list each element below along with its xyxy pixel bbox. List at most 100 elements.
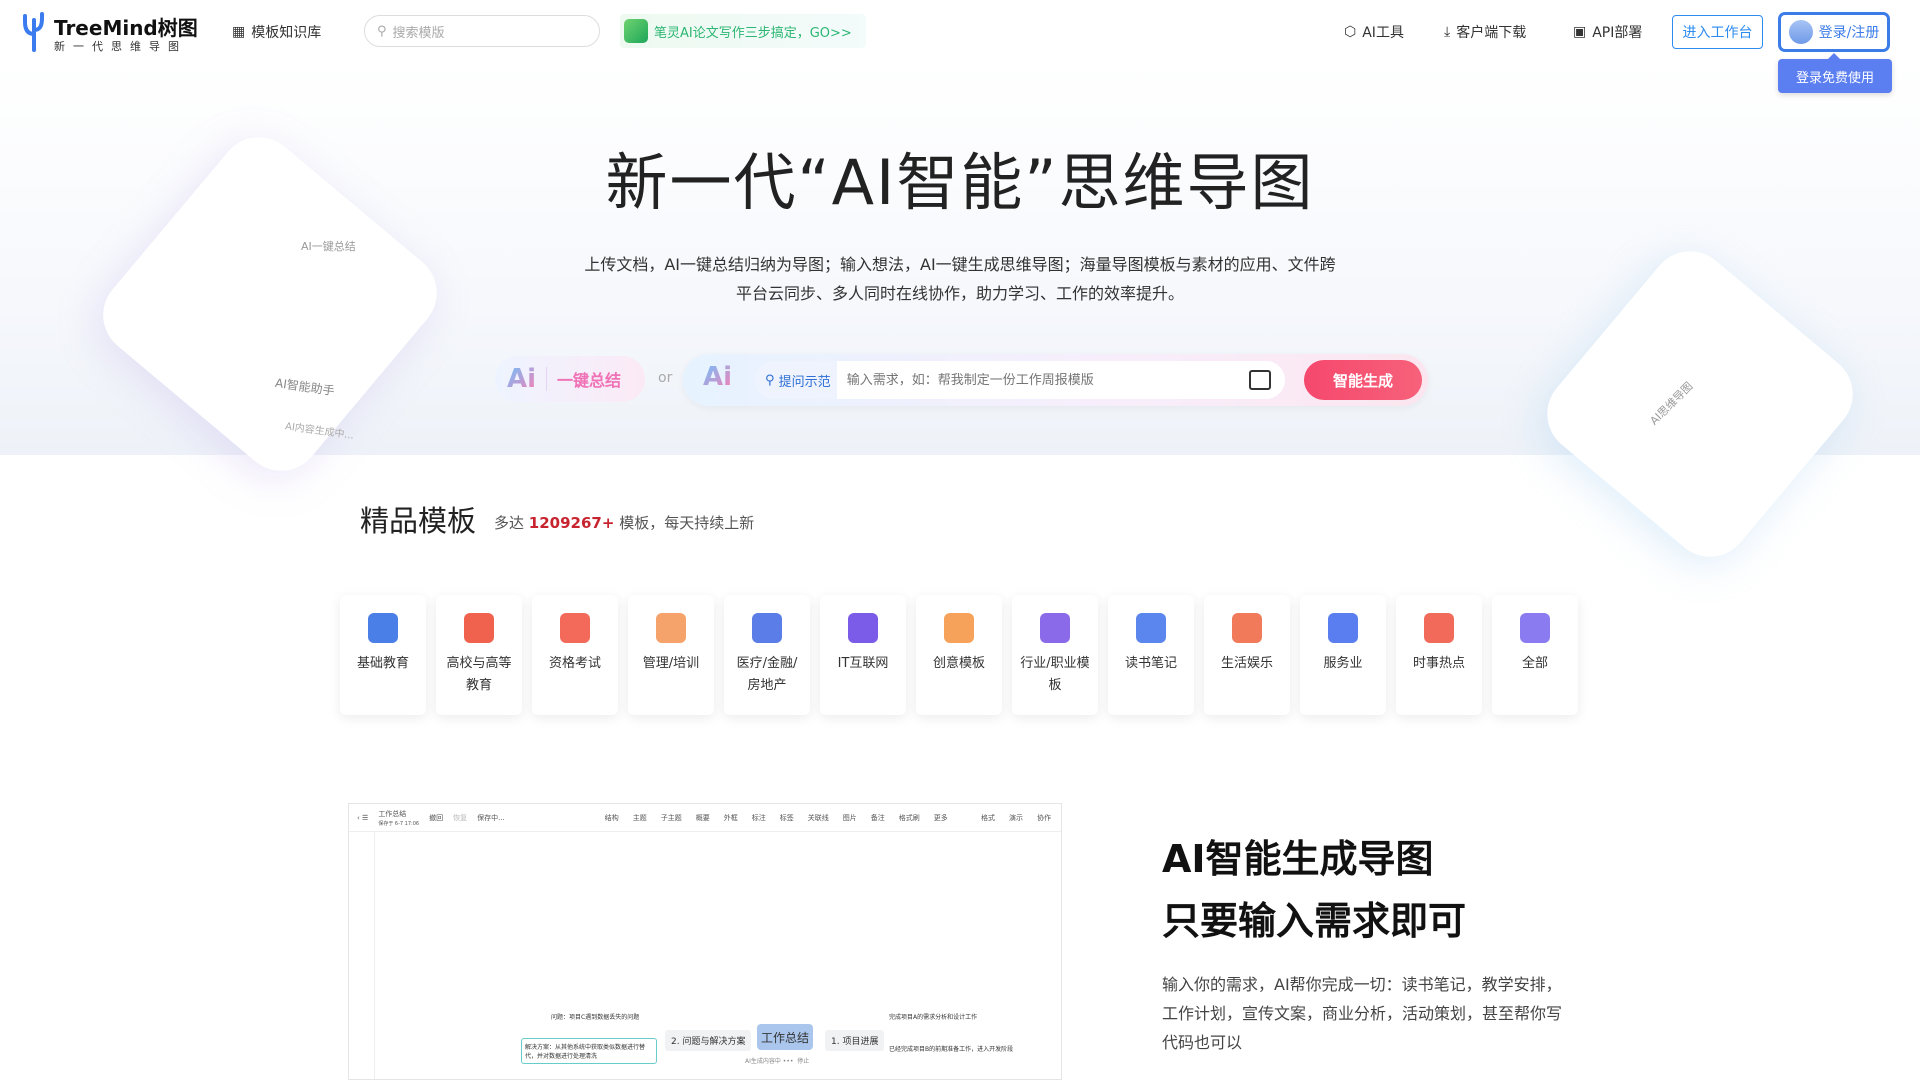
bulb-icon: ⚲ xyxy=(765,372,775,388)
mindmap-branch[interactable]: 2. 问题与解决方案 xyxy=(665,1030,752,1051)
category-label: 管理/培训 xyxy=(642,656,700,671)
toolbar-button[interactable]: 子主题 xyxy=(661,813,682,823)
toolbar-button[interactable]: 主题 xyxy=(633,813,647,823)
mindmap-branch[interactable]: 1. 项目进展 xyxy=(825,1030,885,1051)
toolbar-button[interactable]: 概要 xyxy=(696,813,710,823)
ai-tools-link[interactable]: ⬡ AI工具 xyxy=(1344,22,1404,42)
login-label: 登录/注册 xyxy=(1818,25,1880,41)
brand-name: TreeMind树图 xyxy=(54,16,198,40)
toolbar-button[interactable]: 标注 xyxy=(752,813,766,823)
prompt-input[interactable] xyxy=(836,372,1217,388)
category-label: 高校与高等教育 xyxy=(446,656,512,693)
template-lib-link[interactable]: ▦ 模板知识库 xyxy=(232,22,321,42)
toolbar-button[interactable]: 备注 xyxy=(871,813,885,823)
category-icon xyxy=(848,613,878,643)
toolbar-button[interactable]: 格式 xyxy=(981,813,995,823)
mindmap-leaf[interactable]: 问题：项目C遇到数据丢失的问题 xyxy=(551,1012,639,1021)
category-icon xyxy=(1136,613,1166,643)
category-icon xyxy=(560,613,590,643)
category-card[interactable]: 基础教育 xyxy=(340,595,426,715)
brand-slogan: 新一代思维导图 xyxy=(54,40,187,53)
mindmap-leaf[interactable]: 完成项目A的需求分析和设计工作 xyxy=(889,1012,977,1021)
toolbar-button[interactable]: 协作 xyxy=(1037,813,1051,823)
hero-description: 上传文档，AI一键总结归纳为导图；输入想法，AI一键生成思维导图；海量导图模板与… xyxy=(584,255,1336,303)
generate-button[interactable]: 智能生成 xyxy=(1304,360,1422,400)
category-card[interactable]: 管理/培训 xyxy=(628,595,714,715)
category-label: 行业/职业模板 xyxy=(1020,656,1090,693)
toolbar-button[interactable]: 关联线 xyxy=(808,813,829,823)
example-label: 提问示范 xyxy=(778,374,831,390)
category-icon xyxy=(1328,613,1358,643)
api-link[interactable]: ▣ API部署 xyxy=(1573,22,1642,42)
category-label: 服务业 xyxy=(1323,656,1363,671)
save-status: 保存中... xyxy=(477,813,505,822)
category-card[interactable]: 全部 xyxy=(1492,595,1578,715)
toolbar-button[interactable]: 更多 xyxy=(934,813,948,823)
summary-label: 一键总结 xyxy=(546,367,621,391)
toolbar-button[interactable]: 演示 xyxy=(1009,813,1023,823)
category-card[interactable]: 时事热点 xyxy=(1396,595,1482,715)
back-icon[interactable]: ‹ ☰ xyxy=(357,814,368,822)
category-card[interactable]: 行业/职业模板 xyxy=(1012,595,1098,715)
ai-status: AI生成内容中 ••• 停止 xyxy=(745,1058,810,1065)
section-subtitle: 多达 1209267+ 模板，每天持续上新 xyxy=(494,512,754,533)
mindmap-leaf[interactable]: 解决方案：从其他系统中获取类似数据进行替代，并对数据进行处理清洗 xyxy=(521,1038,657,1064)
category-card[interactable]: 读书笔记 xyxy=(1108,595,1194,715)
mindmap-leaf[interactable]: 已经完成项目B的前期准备工作，进入开发阶段 xyxy=(889,1044,1029,1053)
category-card[interactable]: IT互联网 xyxy=(820,595,906,715)
editor-toolbar: ‹ ☰ 工作总结 保存于 6-7 17:06 撤回 恢复 保存中... 结构 主题 子… xyxy=(349,804,1061,832)
category-label: 读书笔记 xyxy=(1124,656,1177,671)
category-label: 基础教育 xyxy=(356,656,409,671)
download-link[interactable]: ⤓ 客户端下载 xyxy=(1444,22,1526,42)
ai-summary-button[interactable]: Ai 一键总结 xyxy=(495,356,645,402)
editor-sidebar xyxy=(349,832,375,1079)
category-card[interactable]: 生活娱乐 xyxy=(1204,595,1290,715)
image-upload-icon[interactable] xyxy=(1249,370,1271,390)
category-card[interactable]: 服务业 xyxy=(1300,595,1386,715)
stop-button[interactable]: 停止 xyxy=(797,1058,809,1065)
or-text: or xyxy=(658,370,673,386)
editor-preview: ‹ ☰ 工作总结 保存于 6-7 17:06 撤回 恢复 保存中... 结构 主题 子… xyxy=(348,803,1062,1080)
login-button[interactable]: 登录/注册 xyxy=(1778,12,1890,52)
category-label: 时事热点 xyxy=(1412,656,1465,671)
cube-icon: ⬡ xyxy=(1344,24,1357,40)
ai-logo-icon: Ai xyxy=(507,364,537,394)
category-card[interactable]: 医疗/金融/房地产 xyxy=(724,595,810,715)
category-icon xyxy=(656,613,686,643)
category-card[interactable]: 资格考试 xyxy=(532,595,618,715)
download-icon: ⤓ xyxy=(1444,24,1451,40)
doc-title: 工作总结 保存于 6-7 17:06 xyxy=(378,809,420,827)
redo-button[interactable]: 恢复 xyxy=(453,813,467,823)
category-icon xyxy=(368,613,398,643)
example-button[interactable]: ⚲ 提问示范 xyxy=(755,361,837,399)
workspace-button[interactable]: 进入工作台 xyxy=(1672,15,1763,49)
tool-group: 结构 主题 子主题 概要 外框 标注 标签 关联线 图片 备注 格式刷 更多 xyxy=(605,813,948,823)
toolbar-button[interactable]: 结构 xyxy=(605,813,619,823)
category-icon xyxy=(944,613,974,643)
feature-title-1: AI智能生成导图 xyxy=(1162,837,1434,881)
template-count: 1209267+ xyxy=(528,514,615,532)
template-lib-label: 模板知识库 xyxy=(251,25,322,41)
deco-text: AI一键总结 xyxy=(300,239,356,253)
category-card[interactable]: 高校与高等教育 xyxy=(436,595,522,715)
toolbar-button[interactable]: 图片 xyxy=(843,813,857,823)
feature-title-2: 只要输入需求即可 xyxy=(1162,899,1467,943)
login-tooltip: 登录免费使用 xyxy=(1778,53,1892,93)
category-label: IT互联网 xyxy=(837,656,889,671)
promo-banner[interactable]: 笔灵AI论文写作三步搞定，GO>> xyxy=(620,14,866,48)
category-card[interactable]: 创意模板 xyxy=(916,595,1002,715)
undo-button[interactable]: 撤回 xyxy=(429,813,443,823)
search-placeholder: 搜索模版 xyxy=(392,25,445,41)
search-input[interactable]: ⚲ 搜索模版 xyxy=(364,15,600,47)
toolbar-button[interactable]: 外框 xyxy=(724,813,738,823)
mindmap-root[interactable]: 工作总结 xyxy=(757,1024,813,1050)
toolbar-button[interactable]: 标签 xyxy=(780,813,794,823)
toolbar-button[interactable]: 格式刷 xyxy=(899,813,920,823)
deco-text: AI思维导图 xyxy=(1647,379,1696,428)
logo[interactable]: TreeMind树图 新一代思维导图 xyxy=(20,10,200,56)
sub-pre: 多达 xyxy=(494,514,525,532)
category-icon xyxy=(752,613,782,643)
category-icon xyxy=(464,613,494,643)
feature-description: 输入你的需求，AI帮你完成一切：读书笔记，教学安排，工作计划，宣传文案，商业分析… xyxy=(1162,975,1563,1052)
ai-logo-icon: Ai xyxy=(703,362,733,392)
